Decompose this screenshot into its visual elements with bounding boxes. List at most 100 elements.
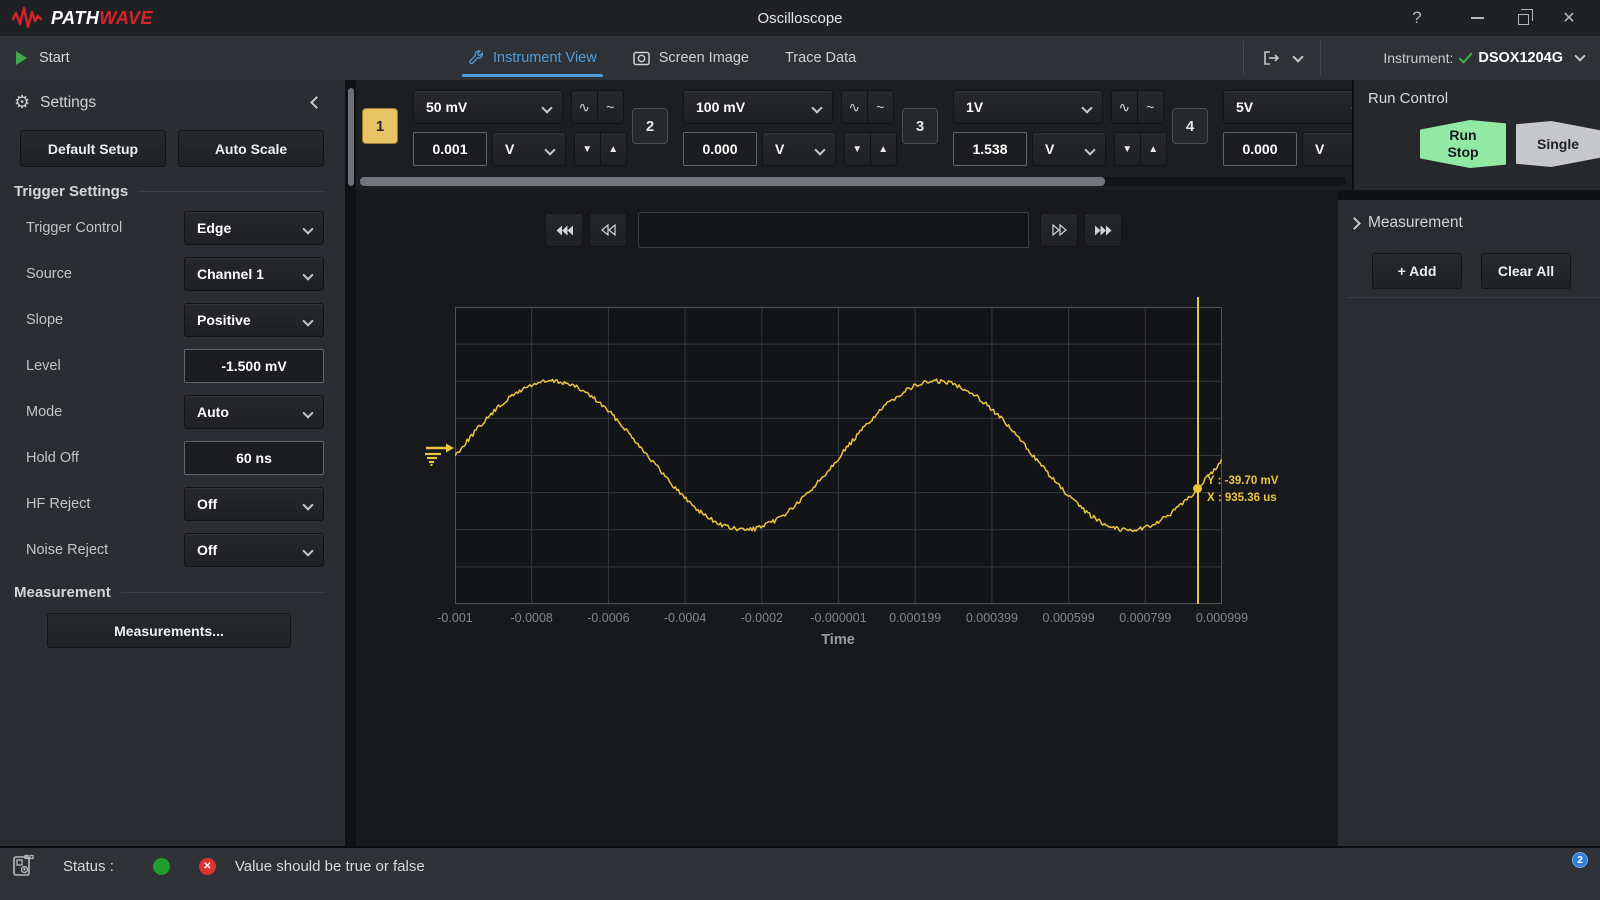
channel-4-unit-select[interactable]: V [1302, 132, 1352, 166]
channel-4-offset-input[interactable]: 0.000 [1223, 132, 1297, 166]
triple-left-arrow-icon [556, 225, 573, 235]
run-label: Run [1449, 127, 1477, 144]
waveform-plot[interactable] [454, 307, 1223, 604]
channel-strip-scrollbar[interactable] [360, 177, 1346, 186]
channel-2-button[interactable]: 2 [632, 108, 668, 144]
channel-3-unit-select[interactable]: V [1032, 132, 1106, 166]
chevron-down-icon [541, 102, 553, 114]
channel-1-button[interactable]: 1 [362, 108, 398, 144]
cursor-y-value: Y : -39.70 mV [1206, 475, 1279, 488]
maximize-button[interactable] [1500, 3, 1546, 33]
scrollbar-thumb[interactable] [360, 177, 1105, 186]
slope-select[interactable]: Positive [184, 303, 324, 337]
coupling-dc-button[interactable]: ∿ [1111, 90, 1138, 124]
select-value: 100 mV [696, 99, 746, 115]
coupling-ac-button[interactable]: ~ [597, 90, 624, 124]
hold-off-input[interactable]: 60 ns [184, 441, 324, 475]
channel-1-controls: 50 mV ∿ ~ 0.001 V ▼ ▲ [413, 90, 627, 190]
view-tabs: Instrument View Screen Image Trace Data [462, 36, 856, 80]
chevron-down-icon [302, 407, 314, 419]
offset-decrease-button[interactable]: ▼ [1114, 132, 1141, 166]
start-button[interactable]: Start [0, 50, 70, 66]
clear-all-button[interactable]: Clear All [1481, 253, 1571, 289]
offset-decrease-button[interactable]: ▼ [574, 132, 601, 166]
channel-4-scale-select[interactable]: 5V [1223, 90, 1352, 124]
measurements-button[interactable]: Measurements... [47, 613, 291, 648]
status-message: Value should be true or false [234, 857, 425, 875]
hf-reject-select[interactable]: Off [184, 487, 324, 521]
chevron-down-icon [1574, 50, 1586, 62]
channel-strip: 1 50 mV ∿ ~ 0.001 V ▼ ▲ 2 100 mV ∿ ~ 0.0… [356, 80, 1352, 190]
x-tick-label: -0.000001 [810, 611, 867, 625]
instrument-selector[interactable]: Instrument: DSOX1204G [1321, 48, 1600, 66]
minimize-button[interactable] [1454, 3, 1500, 33]
jump-to-start-button[interactable] [545, 213, 583, 247]
noise-reject-select[interactable]: Off [184, 533, 324, 567]
instrument-label: Instrument: [1383, 50, 1454, 66]
run-stop-button[interactable]: Run Stop [1420, 120, 1506, 168]
chevron-down-icon [814, 144, 826, 156]
setting-label: Trigger Control [26, 220, 123, 236]
measurement-cursor-line[interactable] [1196, 297, 1199, 604]
offset-increase-button[interactable]: ▲ [870, 132, 897, 166]
trigger-control-select[interactable]: Edge [184, 211, 324, 245]
close-button[interactable]: ✕ [1546, 3, 1592, 33]
channel-1-offset-input[interactable]: 0.001 [413, 132, 487, 166]
export-button[interactable] [1244, 50, 1320, 66]
instrument-value: DSOX1204G [1478, 50, 1563, 66]
single-button[interactable]: Single [1515, 121, 1600, 167]
navigation-position-input[interactable] [638, 212, 1029, 248]
measurement-panel: Measurement + Add Clear All [1338, 200, 1600, 846]
collapse-sidebar-button[interactable] [310, 96, 323, 109]
x-tick-label: -0.001 [437, 611, 473, 625]
status-bar: Status : ✕ Value should be true or false… [0, 846, 1600, 900]
notifications-button[interactable]: 2 [1554, 852, 1588, 886]
coupling-ac-button[interactable]: ~ [867, 90, 894, 124]
instrument-status-icon[interactable] [12, 854, 36, 878]
cursor-readout: Y : -39.70 mV X : 935.36 us [1207, 473, 1278, 506]
channel-1-scale-select[interactable]: 50 mV [413, 90, 563, 124]
level-input[interactable]: -1.500 mV [184, 349, 324, 383]
trigger-level-marker[interactable] [424, 440, 454, 466]
measurement-panel-header[interactable]: Measurement [1348, 214, 1600, 232]
select-value: V [775, 141, 785, 157]
offset-increase-button[interactable]: ▲ [1140, 132, 1167, 166]
coupling-ac-button[interactable]: ~ [1137, 90, 1164, 124]
default-setup-button[interactable]: Default Setup [20, 130, 166, 167]
source-select[interactable]: Channel 1 [184, 257, 324, 291]
channel-2-offset-input[interactable]: 0.000 [683, 132, 757, 166]
select-value: V [1315, 141, 1325, 157]
channel-3-button[interactable]: 3 [902, 108, 938, 144]
step-back-button[interactable] [589, 213, 627, 247]
channel-4-button[interactable]: 4 [1172, 108, 1208, 144]
chevron-down-icon [1292, 50, 1304, 63]
channel-2-scale-select[interactable]: 100 mV [683, 90, 833, 124]
add-measurement-button[interactable]: + Add [1372, 253, 1462, 289]
sidebar-scrollbar[interactable] [348, 88, 354, 186]
offset-increase-button[interactable]: ▲ [600, 132, 627, 166]
channel-3-offset-input[interactable]: 1.538 [953, 132, 1027, 166]
wrench-icon [469, 50, 484, 65]
step-forward-button[interactable] [1040, 213, 1078, 247]
coupling-dc-button[interactable]: ∿ [841, 90, 868, 124]
title-bar: PATHWAVE Oscilloscope ? ✕ [0, 0, 1600, 36]
tab-instrument-view[interactable]: Instrument View [462, 36, 603, 80]
double-left-arrow-icon [600, 224, 616, 236]
cursor-x-value: X : 935.36 us [1206, 491, 1277, 504]
offset-decrease-button[interactable]: ▼ [844, 132, 871, 166]
help-button[interactable]: ? [1394, 3, 1440, 33]
tab-trace-data[interactable]: Trace Data [785, 36, 856, 80]
channel-3-scale-select[interactable]: 1V [953, 90, 1103, 124]
coupling-dc-button[interactable]: ∿ [571, 90, 598, 124]
channel-2-unit-select[interactable]: V [762, 132, 836, 166]
mode-select[interactable]: Auto [184, 395, 324, 429]
measurement-section: Measurement [14, 584, 325, 601]
channel-3-group: 3 1V ∿ ~ 1.538 V ▼ ▲ [902, 90, 1167, 190]
tab-screen-image[interactable]: Screen Image [632, 36, 749, 80]
channel-1-unit-select[interactable]: V [492, 132, 566, 166]
select-value: Off [197, 496, 218, 512]
auto-scale-button[interactable]: Auto Scale [178, 130, 324, 167]
jump-to-end-button[interactable] [1084, 213, 1122, 247]
window-title: Oscilloscope [757, 9, 843, 27]
select-value: V [1045, 141, 1055, 157]
